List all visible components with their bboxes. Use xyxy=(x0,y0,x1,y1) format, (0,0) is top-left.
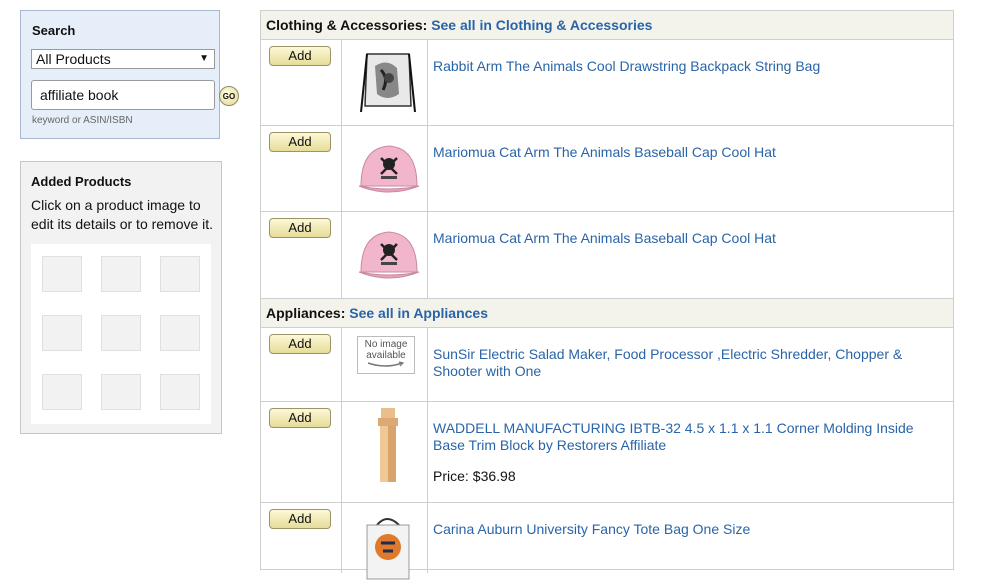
table-row: Add Mariomua Cat Arm The Animals Basebal… xyxy=(261,126,953,212)
see-all-appliances-link[interactable]: See all in Appliances xyxy=(349,305,488,321)
pink-cap-image[interactable] xyxy=(353,134,423,204)
product-title-link[interactable]: Rabbit Arm The Animals Cool Drawstring B… xyxy=(433,58,948,75)
category-select[interactable]: All Products ▼ xyxy=(31,49,215,69)
search-hint: keyword or ASIN/ISBN xyxy=(32,115,133,126)
table-row: Add Carina Auburn University Fancy Tote … xyxy=(261,503,953,580)
see-all-clothing-link[interactable]: See all in Clothing & Accessories xyxy=(431,17,652,33)
product-title-link[interactable]: Mariomua Cat Arm The Animals Baseball Ca… xyxy=(433,144,948,161)
search-panel: Search All Products ▼ affiliate book GO … xyxy=(20,10,239,139)
added-products-title: Added Products xyxy=(31,174,132,189)
product-slot[interactable] xyxy=(160,256,200,292)
category-header-appliances: Appliances: See all in Appliances xyxy=(261,299,953,328)
category-name: Clothing & Accessories: xyxy=(266,17,428,33)
pink-cap-image[interactable] xyxy=(353,220,423,290)
go-button[interactable]: GO xyxy=(219,86,239,106)
wood-trim-block-image[interactable] xyxy=(353,406,423,486)
category-select-value: All Products xyxy=(36,51,111,67)
no-image-text: available xyxy=(366,350,406,361)
price-label: Price: xyxy=(433,468,469,484)
search-title: Search xyxy=(32,23,76,38)
added-products-panel: Added Products Click on a product image … xyxy=(20,161,222,434)
price: Price: $36.98 xyxy=(433,468,516,484)
category-name: Appliances: xyxy=(266,305,346,321)
product-slot[interactable] xyxy=(101,256,141,292)
dropdown-arrow-icon: ▼ xyxy=(199,53,209,64)
add-button[interactable]: Add xyxy=(269,334,331,354)
tote-bag-image[interactable] xyxy=(353,511,423,581)
no-image-text: No image xyxy=(364,339,408,350)
product-title-link[interactable]: Carina Auburn University Fancy Tote Bag … xyxy=(433,521,948,538)
table-row: Add Mariomua Cat Arm The Animals Basebal… xyxy=(261,212,953,299)
product-slot[interactable] xyxy=(101,315,141,351)
product-title-link[interactable]: Mariomua Cat Arm The Animals Baseball Ca… xyxy=(433,230,948,247)
table-row: Add WADDELL MANUFACTURING IBTB-32 4.5 x … xyxy=(261,402,953,503)
added-products-help: Click on a product image to edit its det… xyxy=(31,197,214,232)
product-slot[interactable] xyxy=(42,374,82,410)
price-value: $36.98 xyxy=(472,468,516,484)
drawstring-bag-image[interactable] xyxy=(353,48,423,118)
category-header-clothing: Clothing & Accessories: See all in Cloth… xyxy=(261,11,953,40)
add-button[interactable]: Add xyxy=(269,46,331,66)
add-button[interactable]: Add xyxy=(269,132,331,152)
product-slot[interactable] xyxy=(160,315,200,351)
product-title-link[interactable]: WADDELL MANUFACTURING IBTB-32 4.5 x 1.1 … xyxy=(433,420,948,454)
add-button[interactable]: Add xyxy=(269,509,331,529)
table-row: Add No image available SunSir Electric S… xyxy=(261,328,953,402)
results-table: Clothing & Accessories: See all in Cloth… xyxy=(260,10,954,580)
no-image-placeholder[interactable]: No image available xyxy=(353,332,423,402)
product-slot[interactable] xyxy=(42,315,82,351)
table-row: Add Rabbit Arm The Animals Cool Drawstri… xyxy=(261,40,953,126)
search-input[interactable]: affiliate book xyxy=(31,80,215,110)
product-slot[interactable] xyxy=(160,374,200,410)
product-title-link[interactable]: SunSir Electric Salad Maker, Food Proces… xyxy=(433,346,948,380)
add-button[interactable]: Add xyxy=(269,218,331,238)
added-products-grid xyxy=(31,244,211,424)
product-slot[interactable] xyxy=(101,374,141,410)
product-slot[interactable] xyxy=(42,256,82,292)
add-button[interactable]: Add xyxy=(269,408,331,428)
